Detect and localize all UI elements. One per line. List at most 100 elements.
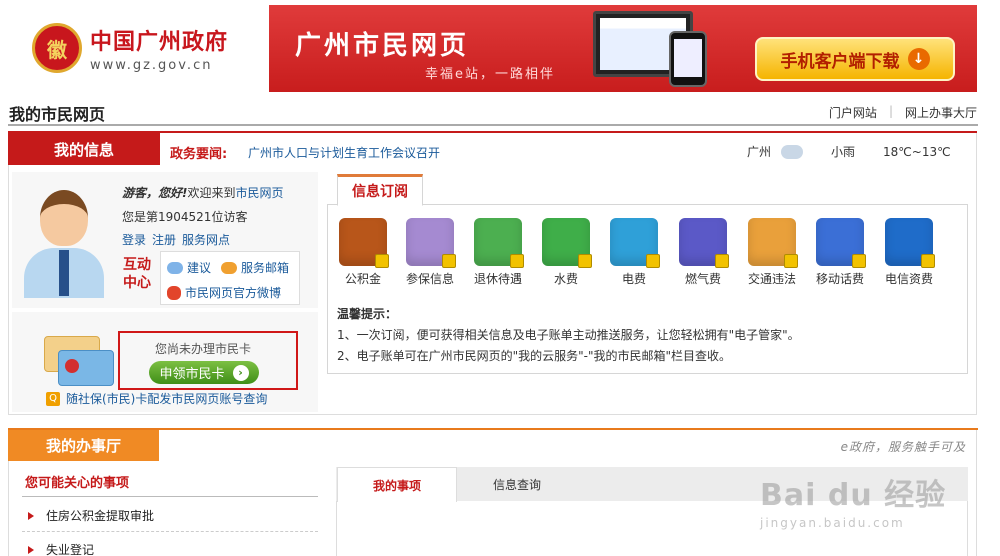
site-link[interactable]: 市民网页 bbox=[236, 186, 284, 200]
service-label: 电信资费 bbox=[884, 272, 933, 286]
page-title: 我的市民网页 bbox=[9, 105, 106, 124]
top-links: 门户网站 | 网上办事大厅 bbox=[829, 104, 977, 121]
gz-gov-logo[interactable]: 徽 中国广州政府 www.gz.gov.cn bbox=[8, 6, 258, 90]
rain-cloud-icon bbox=[781, 144, 804, 159]
banner-title: 广州市民网页 bbox=[295, 31, 470, 61]
service-label: 公积金 bbox=[344, 272, 381, 286]
service-traffic[interactable]: 交通违法 bbox=[742, 218, 802, 287]
weibo-label: 市民网页官方微博 bbox=[185, 286, 282, 300]
weather-temp: 18℃~13℃ bbox=[883, 144, 951, 159]
tab-info-subscription[interactable]: 信息订阅 bbox=[337, 174, 423, 206]
account-query-link[interactable]: Q 随社保(市民)卡配发市民网页账号查询 bbox=[46, 390, 267, 407]
tip-item: 1、一次订阅，便可获得相关信息及电子账单主动推送服务，让您轻松拥有"电子管家"。 bbox=[337, 328, 800, 342]
portal-link[interactable]: 门户网站 bbox=[829, 104, 877, 121]
baidu-watermark: Bai du 经验 jingyan.baidu.com bbox=[760, 470, 946, 530]
weather-city: 广州 bbox=[747, 145, 772, 159]
weibo-icon bbox=[167, 285, 181, 300]
service-gas[interactable]: 燃气费 bbox=[673, 218, 733, 287]
service-electricity[interactable]: 电费 bbox=[604, 218, 664, 287]
tips-title: 温馨提示： bbox=[337, 307, 398, 321]
service-mail-label[interactable]: 服务邮箱 bbox=[241, 259, 289, 276]
telecom-icon bbox=[885, 218, 935, 268]
login-link[interactable]: 登录 bbox=[122, 231, 146, 248]
apply-citizen-card-button[interactable]: 申领市民卡 › bbox=[149, 361, 259, 384]
logo-name: 中国广州政府 bbox=[90, 29, 229, 55]
service-label: 移动话费 bbox=[815, 272, 864, 286]
concern-label: 住房公积金提取审批 bbox=[46, 509, 155, 523]
speech-bubble-icon bbox=[167, 261, 183, 274]
service-label: 燃气费 bbox=[684, 272, 721, 286]
chevron-right-icon: › bbox=[232, 364, 249, 381]
tab-my-matters[interactable]: 我的事项 bbox=[337, 467, 457, 502]
suggestion-label: 建议 bbox=[187, 261, 212, 275]
service-label: 交通违法 bbox=[747, 272, 796, 286]
greeting: 游客，您好!欢迎来到市民网页 bbox=[122, 184, 284, 201]
service-label: 退休待遇 bbox=[473, 272, 522, 286]
citizen-card-icon bbox=[44, 336, 114, 386]
elder-icon bbox=[474, 218, 524, 268]
weather-condition: 小雨 bbox=[831, 145, 856, 159]
news-label: 政务要闻: bbox=[170, 147, 228, 162]
apply-label: 申领市民卡 bbox=[159, 367, 225, 382]
banner-slogan: 幸福e站，一路相伴 bbox=[425, 67, 555, 82]
interact-center-label: 互动中心 bbox=[123, 257, 151, 291]
service-retirement[interactable]: 退休待遇 bbox=[468, 218, 528, 287]
service-insurance[interactable]: 参保信息 bbox=[400, 218, 460, 287]
triangle-right-icon bbox=[28, 511, 34, 520]
tip-item: 2、电子账单可在广州市民网页的"我的云服务"-"我的市民邮箱"栏目查收。 bbox=[337, 349, 732, 363]
national-emblem-icon: 徽 bbox=[32, 23, 82, 73]
visitor-count: 您是第1904521位访客 bbox=[122, 210, 248, 224]
news-headline-link[interactable]: 广州市人口与计划生育工作会议召开 bbox=[248, 144, 440, 161]
car-icon bbox=[748, 218, 798, 268]
mobile-client-download-button[interactable]: 手机客户端下载 ↓ bbox=[755, 37, 955, 81]
mobile-icon bbox=[816, 218, 866, 268]
welcome-text: 欢迎来到 bbox=[187, 186, 236, 200]
divider bbox=[22, 531, 318, 532]
user-links: 登录 注册 服务网点 bbox=[122, 231, 230, 248]
register-link[interactable]: 注册 bbox=[152, 231, 176, 248]
flame-icon bbox=[679, 218, 729, 268]
service-label: 电费 bbox=[621, 272, 646, 286]
guest-greeting: 游客，您好! bbox=[122, 186, 188, 200]
service-label: 参保信息 bbox=[405, 272, 454, 286]
concern-item-unemployment[interactable]: 失业登记 bbox=[28, 541, 94, 556]
download-label: 手机客户端下载 bbox=[780, 51, 900, 72]
concern-title: 您可能关心的事项 bbox=[25, 476, 130, 491]
divider bbox=[8, 124, 978, 126]
divider bbox=[22, 496, 318, 497]
interact-center-box: 建议 服务邮箱 市民网页官方微博 bbox=[160, 251, 300, 305]
concern-label: 失业登记 bbox=[46, 543, 95, 556]
my-info-tab[interactable]: 我的信息 bbox=[8, 132, 160, 165]
suggestion-link[interactable]: 建议 服务邮箱 bbox=[167, 259, 289, 276]
phone-illustration bbox=[669, 31, 707, 87]
service-points-link[interactable]: 服务网点 bbox=[182, 231, 230, 248]
service-telecom[interactable]: 电信资费 bbox=[879, 218, 939, 287]
search-icon: Q bbox=[46, 391, 60, 406]
online-service-hall-link[interactable]: 网上办事大厅 bbox=[905, 104, 977, 121]
watermark-url: jingyan.baidu.com bbox=[760, 516, 905, 530]
account-query-label: 随社保(市民)卡配发市民网页账号查询 bbox=[66, 392, 268, 406]
avatar bbox=[22, 186, 106, 298]
weibo-link[interactable]: 市民网页官方微博 bbox=[167, 284, 281, 301]
office-slogan: e政府，服务触手可及 bbox=[840, 440, 966, 454]
faucet-icon bbox=[542, 218, 592, 268]
my-office-tab[interactable]: 我的办事厅 bbox=[8, 430, 159, 461]
card-status-note: 您尚未办理市民卡 bbox=[155, 342, 252, 356]
handshake-icon bbox=[406, 218, 456, 268]
weather-widget: 广州 小雨 18℃~13℃ bbox=[747, 143, 951, 160]
bulb-icon bbox=[610, 218, 660, 268]
download-arrow-icon: ↓ bbox=[907, 48, 930, 70]
service-housing-fund[interactable]: 公积金 bbox=[333, 218, 393, 287]
logo-url: www.gz.gov.cn bbox=[90, 57, 213, 73]
service-mobile-bill[interactable]: 移动话费 bbox=[810, 218, 870, 287]
triangle-right-icon bbox=[28, 545, 34, 554]
envelope-icon bbox=[221, 261, 238, 274]
service-label: 水费 bbox=[553, 272, 578, 286]
link-separator: | bbox=[888, 104, 893, 118]
app-download-banner: 广州市民网页 幸福e站，一路相伴 手机客户端下载 ↓ bbox=[269, 5, 977, 92]
watermark-logo: Bai du 经验 bbox=[760, 478, 947, 513]
house-icon bbox=[339, 218, 389, 268]
concern-item-housing-fund[interactable]: 住房公积金提取审批 bbox=[28, 507, 154, 524]
tab-info-query[interactable]: 信息查询 bbox=[457, 467, 577, 501]
service-water[interactable]: 水费 bbox=[536, 218, 596, 287]
